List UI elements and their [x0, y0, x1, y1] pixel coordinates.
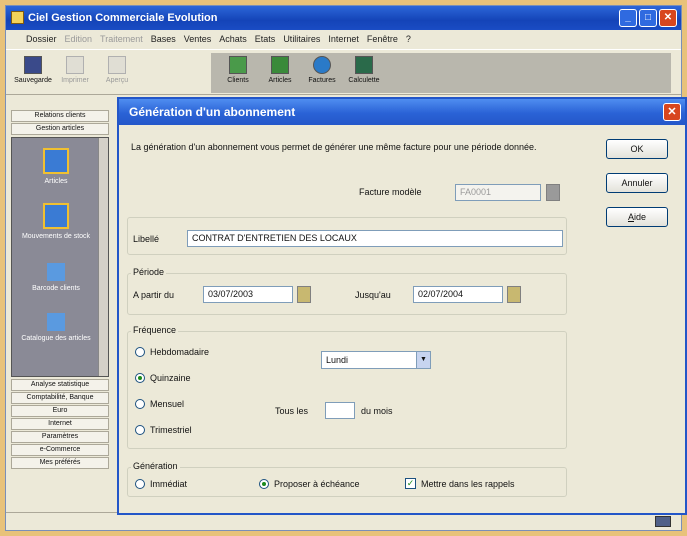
left-panel: Relations clients Gestion articles Artic…: [9, 109, 111, 504]
libelle-field[interactable]: CONTRAT D'ENTRETIEN DES LOCAUX: [187, 230, 563, 247]
sidebar-shortcut-list: Articles Mouvements de stock Barcode cli…: [11, 137, 109, 377]
menu-bases[interactable]: Bases: [151, 34, 176, 44]
chevron-down-icon[interactable]: ▼: [416, 352, 430, 368]
radio-trimestriel[interactable]: Trimestriel: [135, 425, 192, 435]
sidebar-item-stock[interactable]: Mouvements de stock: [16, 203, 96, 240]
sidebar-analyse[interactable]: Analyse statistique: [11, 379, 109, 391]
status-icon: [655, 516, 671, 527]
dialog-close-button[interactable]: ✕: [663, 103, 681, 121]
toolbar: Sauvegarde Imprimer Aperçu Clients Artic…: [6, 49, 681, 95]
model-picker-button[interactable]: [546, 184, 560, 201]
radio-proposer-echeance[interactable]: Proposer à échéance: [259, 479, 360, 489]
dialog-titlebar[interactable]: Génération d'un abonnement ✕: [119, 99, 685, 125]
sidebar-item-barcode[interactable]: Barcode clients: [16, 263, 96, 292]
menu-ventes[interactable]: Ventes: [184, 34, 212, 44]
save-button[interactable]: Sauvegarde: [14, 53, 52, 93]
sidebar-scrollbar[interactable]: [98, 138, 108, 376]
menu-edition[interactable]: Edition: [65, 34, 93, 44]
sidebar-relations-clients[interactable]: Relations clients: [11, 110, 109, 122]
radio-circle: [135, 425, 145, 435]
tous-les-label: Tous les: [275, 406, 309, 416]
app-title: Ciel Gestion Commerciale Evolution: [28, 12, 218, 24]
radio-hebdomadaire[interactable]: Hebdomadaire: [135, 347, 209, 357]
subscription-dialog: Génération d'un abonnement ✕ La générati…: [117, 97, 687, 515]
help-button[interactable]: Aide: [606, 207, 668, 227]
ok-button[interactable]: OK: [606, 139, 668, 159]
menu-internet[interactable]: Internet: [328, 34, 359, 44]
to-date-field[interactable]: 02/07/2004: [413, 286, 503, 303]
tous-les-field[interactable]: [325, 402, 355, 419]
radio-quinzaine[interactable]: Quinzaine: [135, 373, 191, 383]
app-titlebar[interactable]: Ciel Gestion Commerciale Evolution _ □ ✕: [6, 6, 681, 30]
from-date-field[interactable]: 03/07/2003: [203, 286, 293, 303]
model-label: Facture modèle: [359, 187, 422, 197]
reminder-checkbox[interactable]: ✓ Mettre dans les rappels: [405, 478, 515, 489]
menu-etats[interactable]: Etats: [255, 34, 276, 44]
sidebar-internet[interactable]: Internet: [11, 418, 109, 430]
to-label: Jusqu'au: [355, 290, 391, 300]
articles-icon: [43, 148, 69, 174]
menu-achats[interactable]: Achats: [219, 34, 247, 44]
menu-help[interactable]: ?: [406, 34, 411, 44]
calculator-button[interactable]: Calculette: [345, 53, 383, 93]
from-label: A partir du: [133, 290, 175, 300]
sidebar-item-catalogue[interactable]: Catalogue des articles: [16, 313, 96, 342]
calculator-icon: [355, 56, 373, 74]
sidebar-gestion-articles[interactable]: Gestion articles: [11, 123, 109, 135]
du-mois-label: du mois: [361, 406, 393, 416]
sidebar-ecommerce[interactable]: e-Commerce: [11, 444, 109, 456]
model-field[interactable]: FA0001: [455, 184, 541, 201]
day-select[interactable]: Lundi ▼: [321, 351, 431, 369]
clients-button[interactable]: Clients: [219, 53, 257, 93]
articles-button[interactable]: Articles: [261, 53, 299, 93]
sidebar-item-articles[interactable]: Articles: [16, 148, 96, 185]
floppy-icon: [24, 56, 42, 74]
sidebar-euro[interactable]: Euro: [11, 405, 109, 417]
checkmark-icon: ✓: [405, 478, 416, 489]
radio-circle: [135, 479, 145, 489]
print-button[interactable]: Imprimer: [56, 53, 94, 93]
periode-title: Période: [131, 267, 167, 277]
maximize-button[interactable]: □: [639, 9, 657, 27]
catalogue-icon: [47, 313, 65, 331]
radio-circle: [135, 399, 145, 409]
preview-icon: [108, 56, 126, 74]
menu-fenetre[interactable]: Fenêtre: [367, 34, 398, 44]
factures-icon: [313, 56, 331, 74]
radio-circle: [259, 479, 269, 489]
sidebar-comptabilite[interactable]: Comptabilité, Banque: [11, 392, 109, 404]
dialog-title: Génération d'un abonnement: [129, 105, 296, 119]
close-window-button[interactable]: ✕: [659, 9, 677, 27]
libelle-label: Libellé: [133, 234, 160, 244]
menu-dossier[interactable]: Dossier: [26, 34, 57, 44]
frequence-title: Fréquence: [131, 325, 179, 335]
clients-icon: [229, 56, 247, 74]
menu-bar: Dossier Edition Traitement Bases Ventes …: [6, 30, 681, 48]
radio-circle: [135, 347, 145, 357]
minimize-button[interactable]: _: [619, 9, 637, 27]
app-icon: [11, 11, 24, 24]
sidebar-preferes[interactable]: Mes préférés: [11, 457, 109, 469]
factures-button[interactable]: Factures: [303, 53, 341, 93]
from-calendar-icon[interactable]: [297, 286, 311, 303]
articles-icon: [271, 56, 289, 74]
cancel-button[interactable]: Annuler: [606, 173, 668, 193]
barcode-icon: [47, 263, 65, 281]
sidebar-parametres[interactable]: Paramètres: [11, 431, 109, 443]
dialog-description: La génération d'un abonnement vous perme…: [131, 142, 537, 152]
menu-traitement[interactable]: Traitement: [100, 34, 143, 44]
radio-immediat[interactable]: Immédiat: [135, 479, 187, 489]
to-calendar-icon[interactable]: [507, 286, 521, 303]
radio-circle: [135, 373, 145, 383]
preview-button[interactable]: Aperçu: [98, 53, 136, 93]
radio-mensuel[interactable]: Mensuel: [135, 399, 184, 409]
menu-utilitaires[interactable]: Utilitaires: [283, 34, 320, 44]
stock-icon: [43, 203, 69, 229]
printer-icon: [66, 56, 84, 74]
generation-title: Génération: [131, 461, 180, 471]
